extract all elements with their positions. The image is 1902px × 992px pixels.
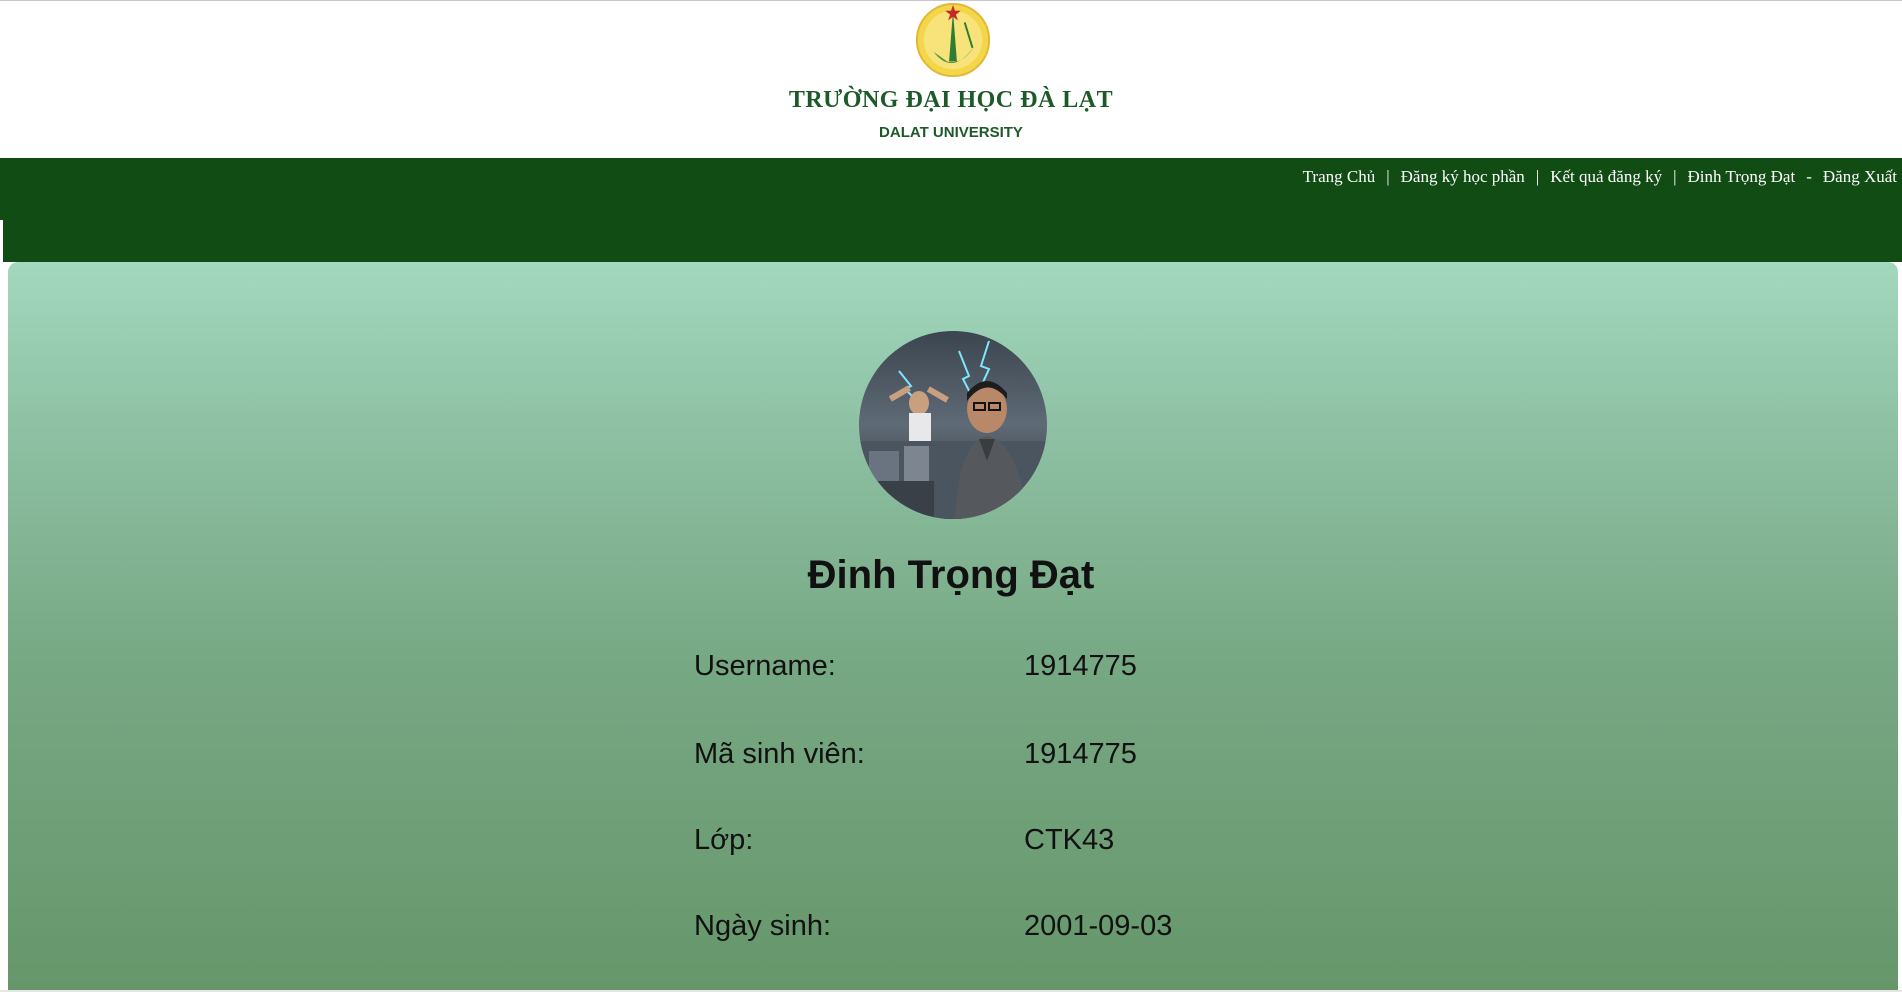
nav-link-user-profile[interactable]: Đinh Trọng Đạt	[1688, 167, 1796, 186]
nav-separator: |	[1673, 167, 1677, 186]
nav-dash: -	[1806, 167, 1812, 186]
info-value-class: CTK43	[1024, 824, 1115, 856]
info-label-class: Lớp:	[694, 824, 754, 856]
site-header: TRƯỜNG ĐẠI HỌC ĐÀ LẠT DALAT UNIVERSITY	[0, 1, 1902, 158]
info-value-student-id: 1914775	[1024, 738, 1137, 770]
nav-link-logout[interactable]: Đăng Xuất	[1823, 167, 1897, 186]
profile-full-name: Đinh Trọng Đạt	[807, 553, 1095, 597]
nav-separator: |	[1535, 167, 1540, 186]
info-label-birthdate: Ngày sinh:	[694, 910, 832, 942]
nav-link-home[interactable]: Trang Chủ	[1303, 167, 1376, 186]
info-row-birthdate: Ngày sinh: 2001-09-03	[694, 910, 1394, 950]
info-row-username: Username: 1914775	[694, 650, 1394, 690]
avatar-image	[859, 331, 1047, 519]
nav-links: Trang Chủ | Đăng ký học phần | Kết quả đăng …	[1303, 167, 1897, 187]
info-row-student-id: Mã sinh viên: 1914775	[694, 738, 1394, 778]
nav-link-registration-results[interactable]: Kết quả đăng ký	[1550, 167, 1662, 186]
university-name: TRƯỜNG ĐẠI HỌC ĐÀ LẠT	[788, 87, 1114, 113]
info-label-username: Username:	[694, 650, 836, 682]
university-seal-logo[interactable]	[914, 1, 992, 79]
top-navbar: Trang Chủ | Đăng ký học phần | Kết quả đăng …	[0, 158, 1902, 262]
info-value-username: 1914775	[1024, 650, 1137, 682]
nav-separator: |	[1386, 167, 1390, 186]
university-name-english: DALAT UNIVERSITY	[879, 124, 1023, 141]
nav-link-register-courses[interactable]: Đăng ký học phần	[1401, 167, 1525, 186]
info-value-birthdate: 2001-09-03	[1024, 910, 1173, 942]
info-row-class: Lớp: CTK43	[694, 824, 1394, 864]
left-edge-rule	[0, 220, 3, 992]
info-label-student-id: Mã sinh viên:	[694, 738, 865, 770]
user-avatar-photo	[859, 331, 1047, 519]
